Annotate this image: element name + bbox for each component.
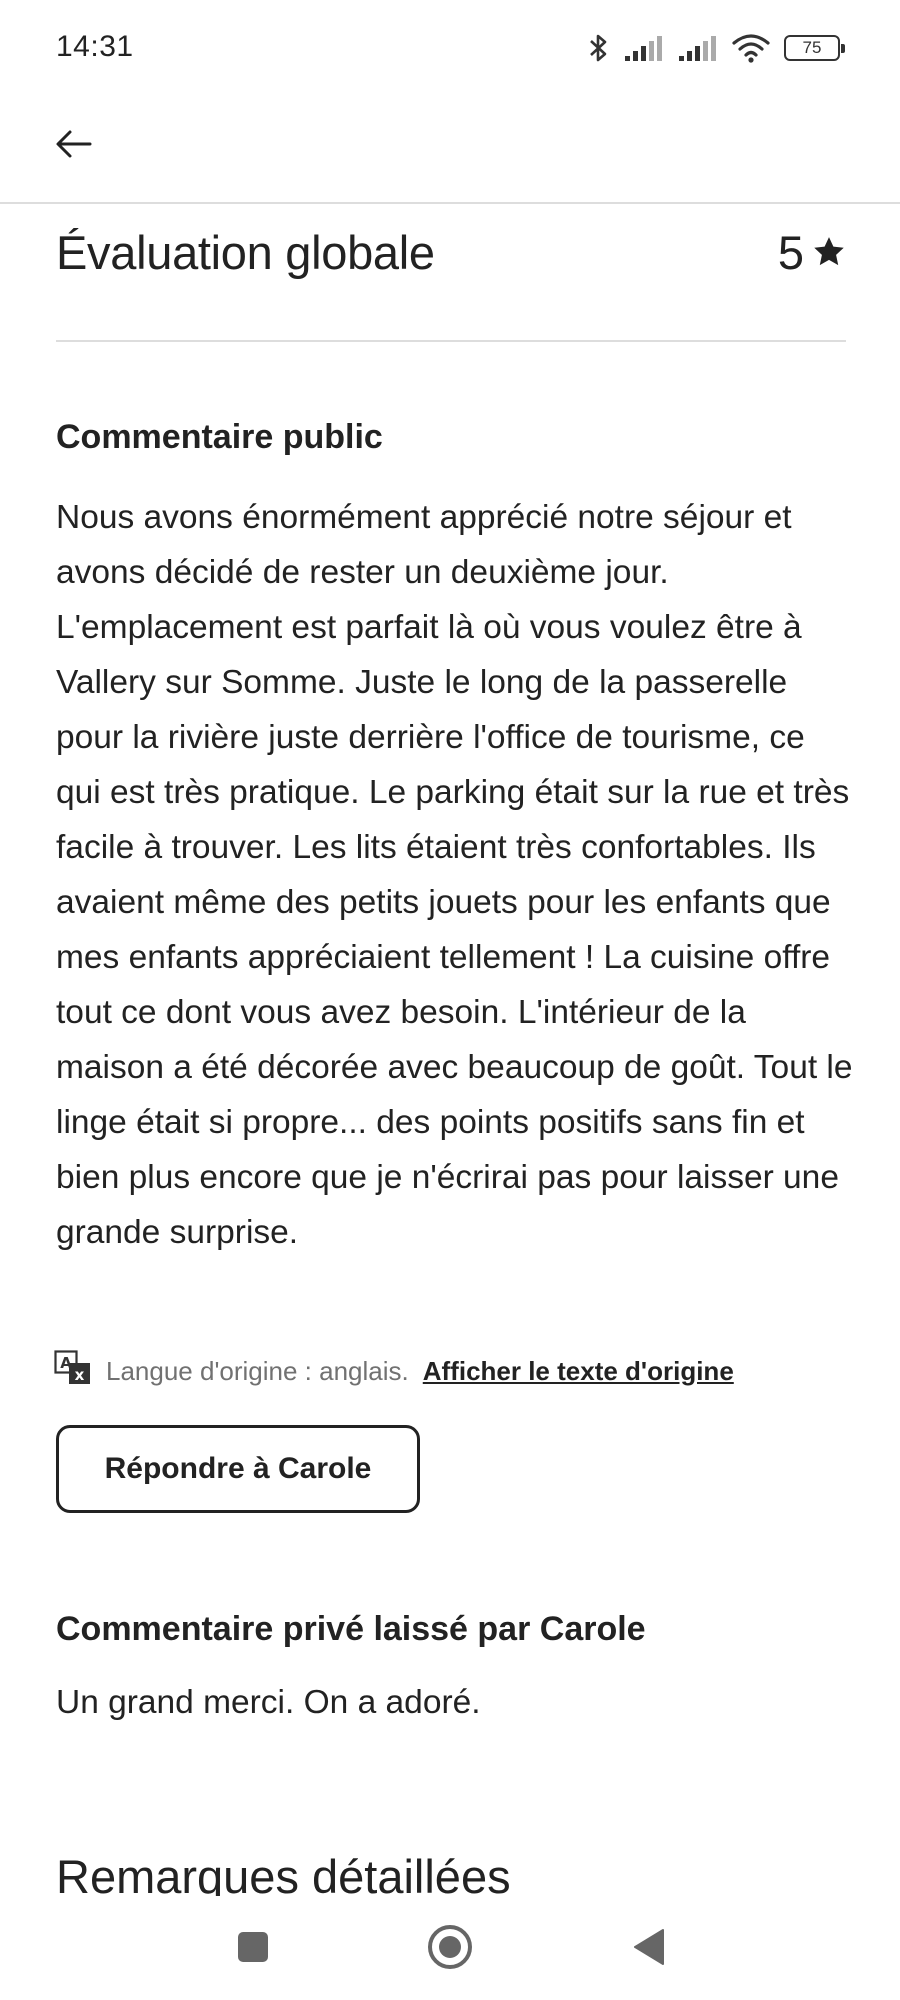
svg-text:x: x [75,1366,85,1384]
home-button[interactable] [425,1924,475,1974]
battery-level: 75 [802,38,822,57]
show-original-link[interactable]: Afficher le texte d'origine [423,1356,734,1387]
private-comment-heading: Commentaire privé laissé par Carole [56,1610,646,1648]
status-icons: 75 [588,30,845,66]
reply-button[interactable]: Répondre à Carole [56,1425,420,1513]
status-bar: 14:31 75 [0,0,900,100]
system-nav-bar [0,1896,900,2000]
star-icon [812,225,846,280]
top-nav [0,100,900,204]
home-circle-icon [426,1923,474,1976]
original-language-label: Langue d'origine : anglais. [106,1356,409,1386]
back-button[interactable] [44,116,104,176]
bluetooth-icon [588,32,610,64]
square-icon [236,1930,270,1969]
translate-icon: A x [54,1350,92,1393]
signal-icon-sim2 [678,34,718,62]
triangle-back-icon [631,1927,667,1972]
overall-rating: 5 [778,225,846,280]
recent-apps-button[interactable] [228,1924,278,1974]
overall-rating-value: 5 [777,225,804,279]
overall-rating-title: Évaluation globale [56,225,435,279]
wifi-icon [732,33,770,63]
public-comment-text: Nous avons énormément apprécié notre séj… [56,499,853,1251]
arrow-left-icon [55,128,93,165]
battery-icon: 75 [784,35,845,61]
divider [56,340,846,342]
overall-rating-row: Évaluation globale 5 [56,222,846,282]
back-system-button[interactable] [624,1924,674,1974]
detailed-remarks-heading: Remarques détaillées [56,1850,511,1898]
translation-info: A x Langue d'origine : anglais. Afficher… [54,1350,734,1393]
public-comment-heading: Commentaire public [56,418,383,456]
status-time: 14:31 [56,30,134,63]
private-comment-text: Un grand merci. On a adoré. [56,1684,481,1721]
signal-icon-sim1 [624,34,664,62]
